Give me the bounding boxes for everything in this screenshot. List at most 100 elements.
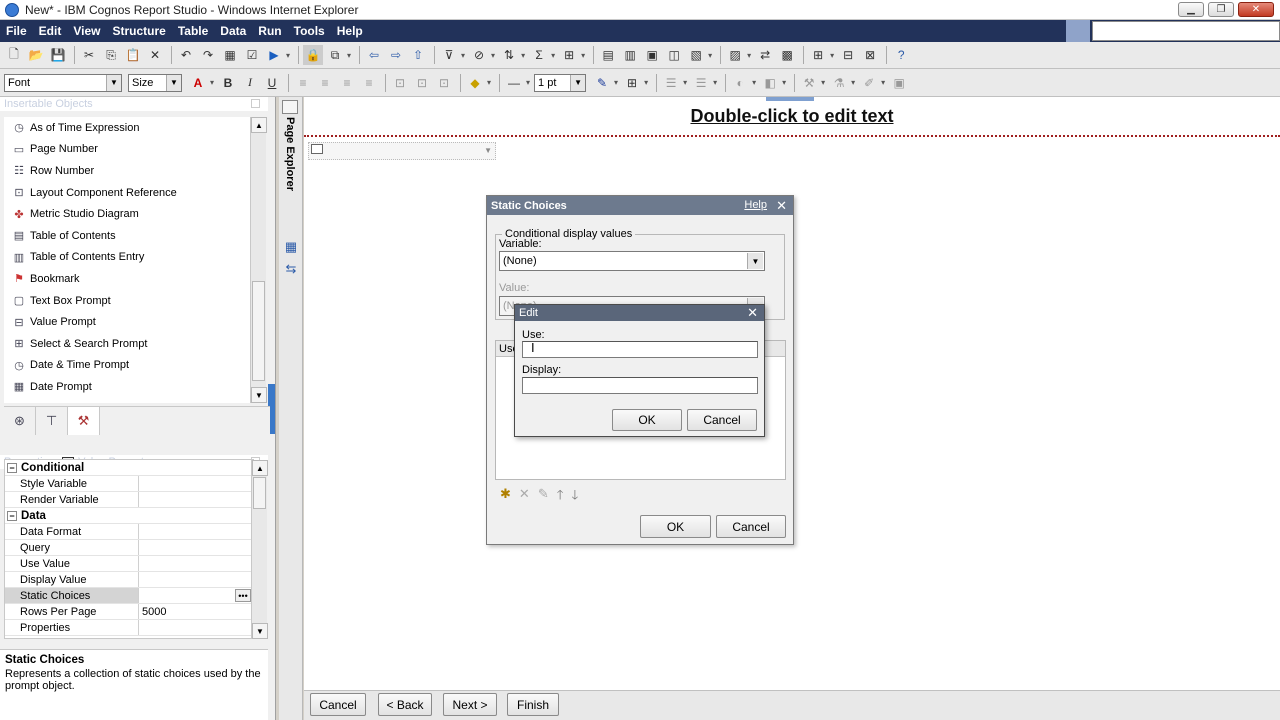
line-color-icon[interactable]: ✎ <box>592 73 612 93</box>
property-row[interactable]: Use Value <box>5 556 253 572</box>
paste-icon[interactable]: 📋 <box>123 45 143 65</box>
line-width-combo[interactable]: 1 pt ▼ <box>534 73 587 92</box>
cross-tab-icon[interactable]: ▩ <box>777 45 797 65</box>
property-value[interactable] <box>139 540 253 555</box>
filter-icon[interactable]: ⊽ <box>439 45 459 65</box>
property-row[interactable]: Query <box>5 540 253 556</box>
section-icon[interactable]: ▤ <box>598 45 618 65</box>
summarize-icon[interactable]: Σ <box>529 45 549 65</box>
property-row[interactable]: Display Value <box>5 572 253 588</box>
scroll-thumb[interactable] <box>252 281 265 381</box>
dialog-cancel-button[interactable]: Cancel <box>716 515 786 538</box>
merge-cells-icon[interactable]: ⊟ <box>838 45 858 65</box>
list-item[interactable]: ⊟ Value Prompt <box>4 311 252 333</box>
menu-file[interactable]: File <box>0 24 33 38</box>
edit-pencil-icon[interactable]: ✎ <box>538 486 549 508</box>
menu-run[interactable]: Run <box>252 24 287 38</box>
property-row[interactable]: Style Variable <box>5 476 253 492</box>
align-center-icon[interactable]: ≡ <box>315 73 335 93</box>
close-icon[interactable]: ✕ <box>747 305 758 321</box>
up-arrow-icon[interactable]: ⇧ <box>408 45 428 65</box>
condition-explorer-icon[interactable]: ⇆ <box>282 261 300 279</box>
data-items-tab-icon[interactable]: ⊤ <box>36 407 68 435</box>
wizard-next-button[interactable]: Next > <box>443 693 497 716</box>
menu-view[interactable]: View <box>67 24 106 38</box>
close-icon[interactable]: ✕ <box>776 198 787 214</box>
indent-icon[interactable]: ☰ <box>691 73 711 93</box>
align-right-icon[interactable]: ≡ <box>337 73 357 93</box>
justify-icon[interactable]: ≡ <box>359 73 379 93</box>
spacing-icon[interactable]: ⊡ <box>434 73 454 93</box>
page-explorer-label[interactable]: Page Explorer <box>284 117 296 191</box>
class-icon[interactable]: ◧ <box>760 73 780 93</box>
drill-icon[interactable]: ▧ <box>686 45 706 65</box>
help-link[interactable]: Help <box>744 199 767 211</box>
ellipsis-button[interactable]: ••• <box>235 589 251 602</box>
margin-icon[interactable]: ⊡ <box>412 73 432 93</box>
property-row[interactable]: Rows Per Page 5000 <box>5 604 253 620</box>
undo-icon[interactable]: ↶ <box>176 45 196 65</box>
new-icon[interactable]: 🗋 <box>4 45 24 65</box>
page-explorer-tab-icon[interactable] <box>282 100 298 114</box>
padding-icon[interactable]: ⊡ <box>390 73 410 93</box>
display-field[interactable] <box>522 377 758 394</box>
collapse-icon[interactable]: − <box>7 510 17 521</box>
table-icon[interactable]: ⊞ <box>808 45 828 65</box>
list-item[interactable]: ▥ Table of Contents Entry <box>4 247 252 269</box>
list-item[interactable]: ▦ Date Prompt <box>4 376 252 398</box>
property-value[interactable] <box>139 492 253 507</box>
layout-icon[interactable]: ⧉ <box>325 45 345 65</box>
property-value[interactable] <box>139 476 253 491</box>
insert-chart-icon[interactable]: ◫ <box>664 45 684 65</box>
edit-cancel-button[interactable]: Cancel <box>687 409 757 431</box>
variable-select[interactable]: (None) ▼ <box>499 251 765 271</box>
page-header-text[interactable]: Double-click to edit text <box>304 106 1280 127</box>
lock-icon[interactable]: 🔒 <box>303 45 324 65</box>
menu-help[interactable]: Help <box>331 24 369 38</box>
value-prompt-placeholder[interactable]: ▼ <box>308 142 496 160</box>
font-color-icon[interactable]: A <box>188 73 208 93</box>
query-explorer-icon[interactable]: ▦ <box>282 239 300 257</box>
list-item[interactable]: ⊞ Select & Search Prompt <box>4 333 252 355</box>
split-cells-icon[interactable]: ⊠ <box>860 45 880 65</box>
menu-table[interactable]: Table <box>172 24 214 38</box>
size-combo[interactable]: Size ▼ <box>128 73 182 92</box>
list-item[interactable]: ☷ Row Number <box>4 160 252 182</box>
property-value[interactable] <box>139 620 253 635</box>
validate-icon[interactable]: ☑ <box>242 45 262 65</box>
list-item[interactable]: ▭ Page Number <box>4 139 252 161</box>
list-item[interactable]: ▢ Text Box Prompt <box>4 290 252 312</box>
sort-icon[interactable]: ⇅ <box>499 45 519 65</box>
bold-icon[interactable]: B <box>218 73 238 93</box>
delete-icon[interactable]: ✕ <box>519 486 530 508</box>
wizard-back-button[interactable]: < Back <box>378 693 432 716</box>
save-icon[interactable]: 💾 <box>48 45 68 65</box>
minimize-button[interactable]: ▁ <box>1178 2 1204 17</box>
property-value[interactable] <box>139 572 253 587</box>
forward-arrow-icon[interactable]: ⇨ <box>386 45 406 65</box>
align-left-icon[interactable]: ≡ <box>293 73 313 93</box>
close-window-button[interactable]: ✕ <box>1238 2 1274 17</box>
copy-icon[interactable]: ⎘ <box>101 45 121 65</box>
restore-button[interactable]: ❐ <box>1208 2 1234 17</box>
redo-icon[interactable]: ↷ <box>198 45 218 65</box>
view-tabular-icon[interactable]: ▦ <box>220 45 240 65</box>
help-icon[interactable]: ? <box>891 45 911 65</box>
scroll-thumb[interactable] <box>253 477 266 509</box>
menu-data[interactable]: Data <box>214 24 252 38</box>
scroll-up-icon[interactable]: ▲ <box>252 460 268 476</box>
pivot-icon[interactable]: ▥ <box>620 45 640 65</box>
property-row[interactable]: Render Variable <box>5 492 253 508</box>
wizard-cancel-button[interactable]: Cancel <box>310 693 366 716</box>
open-icon[interactable]: 📂 <box>26 45 46 65</box>
italic-icon[interactable]: I <box>240 73 260 93</box>
cut-icon[interactable]: ✂ <box>79 45 99 65</box>
list-item[interactable]: ⊡ Layout Component Reference <box>4 182 252 204</box>
borders-icon[interactable]: ⊞ <box>622 73 642 93</box>
menu-edit[interactable]: Edit <box>33 24 68 38</box>
list-item[interactable]: ▤ Table of Contents <box>4 225 252 247</box>
scroll-down-icon[interactable]: ▼ <box>251 387 267 403</box>
pick-up-style-icon[interactable]: ⚒ <box>799 73 819 93</box>
brush-icon[interactable]: ✐ <box>859 73 879 93</box>
source-tab-icon[interactable]: ⊛ <box>4 407 36 435</box>
